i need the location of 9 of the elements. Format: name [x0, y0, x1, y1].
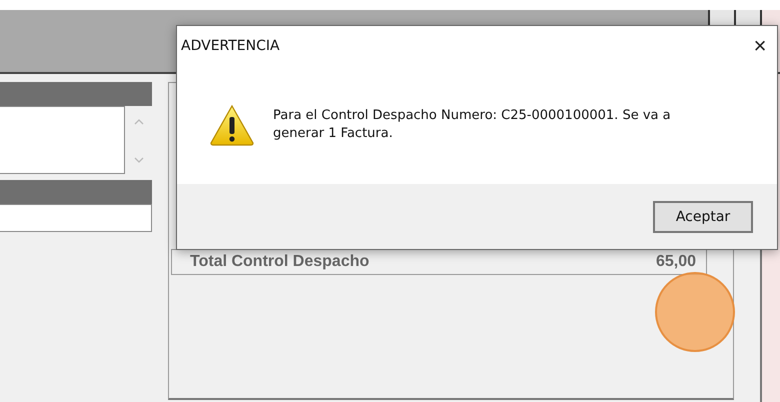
warning-icon	[209, 104, 255, 146]
text-area[interactable]	[0, 106, 125, 174]
input-field[interactable]	[0, 204, 152, 232]
accept-button[interactable]: Aceptar	[653, 200, 753, 232]
dialog-title: ADVERTENCIA	[181, 38, 280, 54]
total-label: Total Control Despacho	[190, 253, 370, 271]
close-button[interactable]: ×	[743, 29, 777, 63]
total-value: 65,00	[656, 253, 696, 271]
dialog-message: Para el Control Despacho Numero: C25-0000100001. Se va a generar 1 Factura.	[273, 107, 672, 143]
